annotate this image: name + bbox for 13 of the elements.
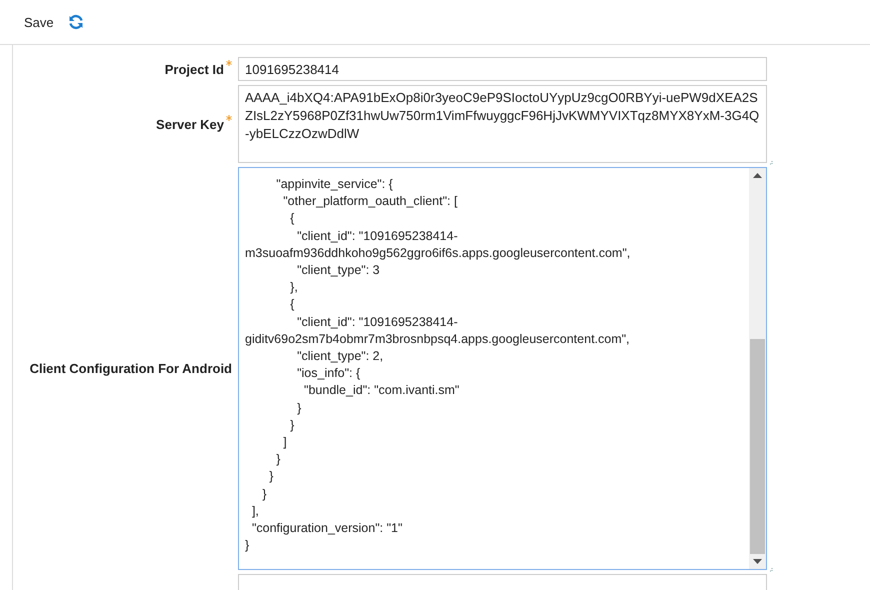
scrollbar[interactable]: [749, 168, 766, 569]
resize-grip-icon[interactable]: [768, 160, 773, 165]
json-editor-field[interactable]: "appinvite_service": { "other_platform_oauth_client": [ { "client_id": "1091695238414- m3suoafm936ddhkoho9g562ggro6if6s.apps.googleusercontent.com", "client_type": 3 }, { "client_id": "1091695238414- giditv69o2sm7b4obmr7m3brosnbpsq4.apps.googleusercontent.com", "client_type": 2, "ios_info": { "bundle_id": "com.ivanti.sm" } } ] } } } ], "configuration_version": "1" }: [238, 167, 767, 570]
field-label: Project Id: [164, 62, 224, 76]
field-label: Client Configuration For Android: [30, 361, 232, 376]
scroll-down-icon[interactable]: [753, 559, 762, 564]
input-field[interactable]: 1091695238414: [238, 57, 767, 81]
field-label: Server Key: [156, 116, 224, 132]
refresh-icon[interactable]: [68, 14, 84, 30]
resize-grip-icon[interactable]: [768, 567, 773, 572]
text-area-field[interactable]: AAAA_i4bXQ4:APA91bExOp8i0r3yeoC9eP9SIoctoUYypUz9cgO0RBYyi-uePW9dXEA2SZIsL2zY5968P0Zf31hwUw750rm1VimFfwuyggcF96HjJvKWMYVIXTqz8MYX8YxM-3G4Q-ybELCzzOzwDdlW: [238, 85, 767, 163]
scroll-up-icon[interactable]: [753, 173, 762, 178]
save-button[interactable]: Save: [24, 14, 54, 30]
